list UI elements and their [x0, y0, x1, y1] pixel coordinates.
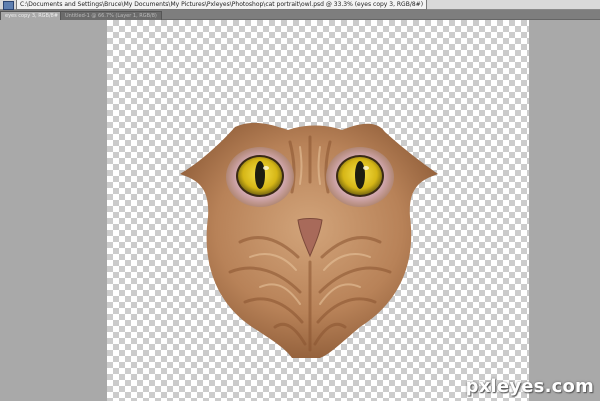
right-eye: [336, 155, 384, 197]
tab-untitled-1[interactable]: Untitled-1 @ 66.7% (Layer 1, RGB/8): [60, 11, 162, 20]
pxleyes-watermark: pxleyes.com: [465, 376, 594, 397]
document-file-path: C:\Documents and Settings\Bruce\My Docum…: [16, 0, 428, 10]
tab-eyes-copy-3[interactable]: eyes copy 3, RGB/8#: [0, 11, 64, 20]
document-title-bar: C:\Documents and Settings\Bruce\My Docum…: [0, 0, 600, 10]
owl-cat-image[interactable]: [180, 122, 440, 358]
psd-document-icon: [3, 1, 14, 10]
document-tab-strip: eyes copy 3, RGB/8# Untitled-1 @ 66.7% (…: [0, 10, 600, 20]
left-eye: [236, 155, 284, 197]
